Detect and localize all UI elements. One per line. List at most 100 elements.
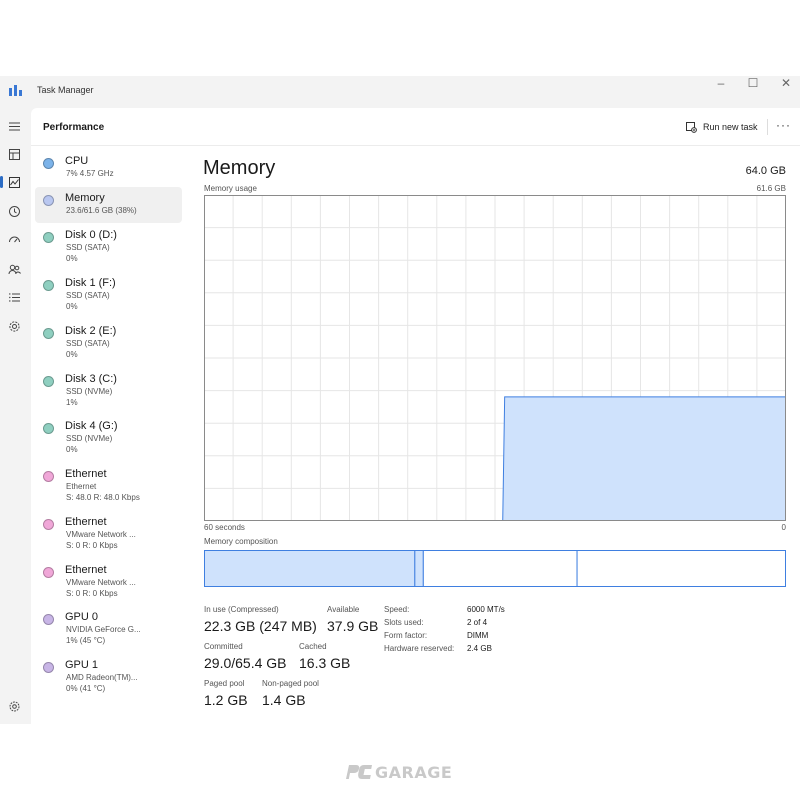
form-factor-label: Form factor:: [384, 631, 428, 640]
maximize-button[interactable]: ☐: [742, 76, 764, 90]
app-history-icon[interactable]: [5, 203, 23, 219]
memory-panel: Memory 64.0 GB Memory usage 61.6 GB 60 s…: [203, 145, 793, 724]
sidebar-item-name: GPU 1: [65, 659, 99, 671]
performance-icon[interactable]: [5, 174, 23, 190]
sidebar-item-detail: 7% 4.57 GHz: [66, 169, 114, 178]
sidebar-item-detail: SSD (NVMe): [66, 434, 113, 443]
sidebar-item-detail: SSD (NVMe): [66, 387, 113, 396]
slots-value: 2 of 4: [467, 618, 488, 627]
sidebar-item[interactable]: Memory 23.6/61.6 GB (38%): [35, 187, 182, 223]
committed-value: 29.0/65.4 GB: [204, 655, 287, 671]
hardware-reserved-value: 2.4 GB: [467, 644, 492, 653]
task-manager-app-icon: [9, 83, 22, 96]
memory-total: 64.0 GB: [745, 165, 786, 177]
in-use-value: 22.3 GB (247 MB): [204, 618, 317, 634]
performance-sidebar: CPU 7% 4.57 GHz Memory 23.6/61.6 GB (38%) Di…: [31, 145, 183, 724]
sidebar-item[interactable]: CPU 7% 4.57 GHz: [35, 150, 182, 186]
task-manager-window: Task Manager – ☐ ✕ Performance Run new t…: [0, 76, 800, 724]
sidebar-item[interactable]: Ethernet VMware Network ... S: 0 R: 0 Kbps: [35, 559, 182, 598]
usage-label: Memory usage: [204, 184, 257, 193]
run-new-task-button[interactable]: Run new task: [686, 119, 758, 135]
nav-rail: [0, 108, 30, 724]
minimize-button[interactable]: –: [710, 76, 732, 90]
watermark-text: GARAGE: [375, 762, 453, 782]
status-dot-icon: [43, 662, 54, 673]
form-factor-value: DIMM: [467, 631, 489, 640]
sidebar-item-name: Disk 0 (D:): [65, 229, 117, 241]
sidebar-item-name: Disk 3 (C:): [65, 373, 117, 385]
window-title: Task Manager: [37, 85, 94, 95]
pc-garage-logo-icon: [346, 765, 372, 779]
sidebar-item-name: Disk 1 (F:): [65, 277, 116, 289]
sidebar-item-detail: SSD (SATA): [66, 243, 110, 252]
services-icon[interactable]: [5, 318, 23, 334]
sidebar-item-name: Ethernet: [65, 468, 107, 480]
sidebar-item[interactable]: Ethernet VMware Network ... S: 0 R: 0 Kbps: [35, 511, 182, 550]
memory-usage-graph: [204, 195, 786, 521]
active-indicator: [0, 176, 3, 188]
paged-pool-value: 1.2 GB: [204, 692, 248, 708]
sidebar-item[interactable]: Disk 4 (G:) SSD (NVMe) 0%: [35, 415, 182, 454]
status-dot-icon: [43, 158, 54, 169]
header-divider: [767, 119, 768, 135]
sidebar-item-name: Ethernet: [65, 516, 107, 528]
sidebar-item-detail: NVIDIA GeForce G...: [66, 625, 141, 634]
hamburger-menu-icon[interactable]: [5, 118, 23, 134]
pc-garage-watermark: GARAGE: [345, 762, 452, 782]
sidebar-item-detail: AMD Radeon(TM)...: [66, 673, 138, 682]
status-dot-icon: [43, 567, 54, 578]
sidebar-item-status: S: 48.0 R: 48.0 Kbps: [66, 493, 140, 502]
sidebar-item-status: 0% (41 °C): [66, 684, 106, 693]
sidebar-item-detail: SSD (SATA): [66, 339, 110, 348]
users-icon[interactable]: [5, 261, 23, 277]
sidebar-item-status: 0%: [66, 445, 78, 454]
sidebar-item-name: Disk 2 (E:): [65, 325, 117, 337]
sidebar-item[interactable]: Disk 0 (D:) SSD (SATA) 0%: [35, 224, 182, 263]
sidebar-item-status: 1% (45 °C): [66, 636, 106, 645]
sidebar-item[interactable]: Disk 2 (E:) SSD (SATA) 0%: [35, 320, 182, 359]
run-task-icon: [686, 121, 697, 133]
sidebar-item[interactable]: GPU 0 NVIDIA GeForce G... 1% (45 °C): [35, 606, 182, 645]
available-value: 37.9 GB: [327, 618, 379, 634]
status-dot-icon: [43, 232, 54, 243]
processes-icon[interactable]: [5, 146, 23, 162]
cached-value: 16.3 GB: [299, 655, 351, 671]
sidebar-item[interactable]: GPU 1 AMD Radeon(TM)... 0% (41 °C): [35, 654, 182, 693]
status-dot-icon: [43, 195, 54, 206]
close-button[interactable]: ✕: [775, 76, 797, 90]
status-dot-icon: [43, 471, 54, 482]
more-options-icon[interactable]: ···: [776, 118, 791, 132]
composition-in-use: [204, 550, 416, 587]
composition-standby: [422, 550, 578, 587]
cached-label: Cached: [299, 642, 327, 651]
slots-label: Slots used:: [384, 618, 424, 627]
page-header: Performance Run new task ···: [31, 108, 800, 146]
sidebar-item-detail: Ethernet: [66, 482, 97, 491]
speed-value: 6000 MT/s: [467, 605, 505, 614]
sidebar-item[interactable]: Disk 3 (C:) SSD (NVMe) 1%: [35, 368, 182, 407]
sidebar-item-detail: VMware Network ...: [66, 578, 136, 587]
sidebar-item-name: GPU 0: [65, 611, 99, 623]
available-label: Available: [327, 605, 360, 614]
settings-icon[interactable]: [5, 698, 23, 714]
non-paged-pool-value: 1.4 GB: [262, 692, 306, 708]
run-new-task-label: Run new task: [703, 122, 758, 132]
status-dot-icon: [43, 280, 54, 291]
in-use-label: In use (Compressed): [204, 605, 279, 614]
page-title: Performance: [43, 122, 105, 133]
sidebar-item-status: 0%: [66, 302, 78, 311]
sidebar-item[interactable]: Ethernet Ethernet S: 48.0 R: 48.0 Kbps: [35, 463, 182, 502]
memory-title: Memory: [203, 157, 276, 179]
hardware-reserved-label: Hardware reserved:: [384, 644, 455, 653]
non-paged-pool-label: Non-paged pool: [262, 679, 319, 688]
paged-pool-label: Paged pool: [204, 679, 245, 688]
usage-max-label: 61.6 GB: [756, 184, 786, 193]
sidebar-item-status: S: 0 R: 0 Kbps: [66, 541, 118, 550]
sidebar-item-detail: 23.6/61.6 GB (38%): [66, 206, 137, 215]
speed-label: Speed:: [384, 605, 410, 614]
sidebar-item[interactable]: Disk 1 (F:) SSD (SATA) 0%: [35, 272, 182, 311]
startup-apps-icon[interactable]: [5, 232, 23, 248]
title-bar[interactable]: Task Manager – ☐ ✕: [0, 76, 800, 108]
sidebar-item-detail: VMware Network ...: [66, 530, 136, 539]
details-icon[interactable]: [5, 289, 23, 305]
